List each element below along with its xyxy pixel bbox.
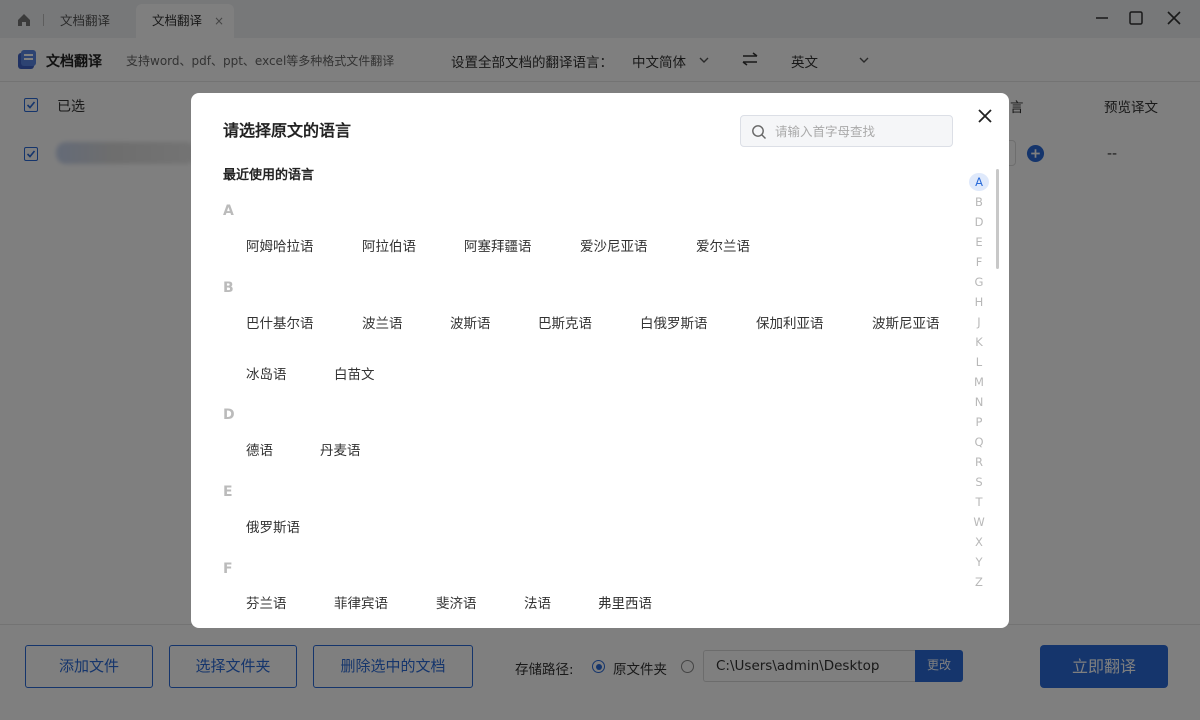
language-item[interactable]: 保加利亚语 xyxy=(756,312,824,332)
language-item[interactable]: 丹麦语 xyxy=(320,439,361,459)
language-item[interactable]: 菲律宾语 xyxy=(334,592,388,612)
language-item[interactable]: 巴什基尔语 xyxy=(246,312,314,332)
language-item[interactable]: 巴斯克语 xyxy=(538,312,592,332)
language-item[interactable]: 阿塞拜疆语 xyxy=(464,235,532,255)
scrollbar-thumb[interactable] xyxy=(996,169,999,269)
alphabet-letter[interactable]: T xyxy=(969,493,989,511)
language-item[interactable]: 冰岛语 xyxy=(246,363,287,383)
language-select-dialog: 请选择原文的语言 最近使用的语言 A 阿姆哈拉语 阿拉伯语 阿塞拜疆语 爱沙尼亚… xyxy=(191,93,1009,628)
alphabet-letter[interactable]: L xyxy=(969,353,989,371)
alphabet-letter[interactable]: N xyxy=(969,393,989,411)
alphabet-letter[interactable]: K xyxy=(969,333,989,351)
language-item[interactable]: 白苗文 xyxy=(334,363,375,383)
language-item[interactable]: 波斯语 xyxy=(450,312,491,332)
alphabet-letter[interactable]: Y xyxy=(969,553,989,571)
alphabet-letter[interactable]: D xyxy=(969,213,989,231)
language-item[interactable]: 芬兰语 xyxy=(246,592,287,612)
language-list: A 阿姆哈拉语 阿拉伯语 阿塞拜疆语 爱沙尼亚语 爱尔兰语 B 巴什基尔语 波兰… xyxy=(191,93,971,628)
alphabet-letter[interactable]: H xyxy=(969,293,989,311)
alphabet-letter[interactable]: M xyxy=(969,373,989,391)
language-item[interactable]: 阿拉伯语 xyxy=(362,235,416,255)
alphabet-letter[interactable]: E xyxy=(969,233,989,251)
alphabet-letter[interactable]: S xyxy=(969,473,989,491)
alphabet-letter[interactable]: R xyxy=(969,453,989,471)
alphabet-index: A B D E F G H J K L M N P Q R S T W X Y … xyxy=(969,173,995,593)
language-item[interactable]: 波斯尼亚语 xyxy=(872,312,940,332)
alphabet-letter[interactable]: J xyxy=(969,313,989,331)
group-letter: F xyxy=(223,561,233,577)
language-item[interactable]: 白俄罗斯语 xyxy=(640,312,708,332)
alphabet-letter[interactable]: X xyxy=(969,533,989,551)
language-item[interactable]: 斐济语 xyxy=(436,592,477,612)
language-item[interactable]: 弗里西语 xyxy=(598,592,652,612)
alphabet-letter[interactable]: A xyxy=(969,173,989,191)
group-letter: D xyxy=(223,407,235,423)
language-item[interactable]: 德语 xyxy=(246,439,273,459)
close-icon[interactable] xyxy=(976,107,994,125)
language-item[interactable]: 爱尔兰语 xyxy=(696,235,750,255)
alphabet-letter[interactable]: B xyxy=(969,193,989,211)
language-item[interactable]: 法语 xyxy=(524,592,551,612)
language-item[interactable]: 俄罗斯语 xyxy=(246,516,300,536)
alphabet-letter[interactable]: W xyxy=(969,513,989,531)
group-letter: A xyxy=(223,203,234,219)
alphabet-letter[interactable]: G xyxy=(969,273,989,291)
alphabet-letter[interactable]: Q xyxy=(969,433,989,451)
alphabet-letter[interactable]: Z xyxy=(969,573,989,591)
group-letter: B xyxy=(223,280,234,296)
language-item[interactable]: 波兰语 xyxy=(362,312,403,332)
alphabet-letter[interactable]: P xyxy=(969,413,989,431)
group-letter: E xyxy=(223,484,233,500)
alphabet-letter[interactable]: F xyxy=(969,253,989,271)
language-item[interactable]: 爱沙尼亚语 xyxy=(580,235,648,255)
language-item[interactable]: 阿姆哈拉语 xyxy=(246,235,314,255)
